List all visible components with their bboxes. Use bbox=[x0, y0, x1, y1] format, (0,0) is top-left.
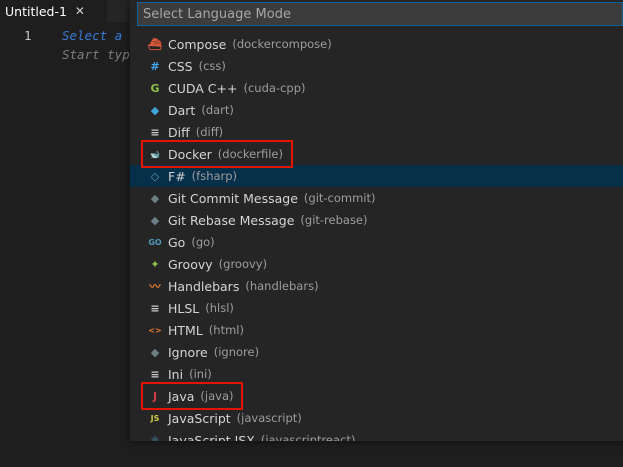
language-item-id: (hlsl) bbox=[205, 301, 234, 315]
language-item-id: (handlebars) bbox=[245, 279, 319, 293]
language-search-input[interactable] bbox=[137, 2, 623, 26]
text-icon: ≡ bbox=[150, 125, 160, 139]
dart-icon: ◆ bbox=[150, 103, 160, 117]
tab-untitled-1[interactable]: Untitled-1 ✕ bbox=[0, 0, 107, 22]
git-icon: ◆ bbox=[150, 213, 160, 227]
tab-title: Untitled-1 bbox=[5, 3, 67, 19]
react-icon: ⚛ bbox=[150, 433, 160, 442]
language-item[interactable]: J Java (java) bbox=[130, 385, 623, 407]
language-item-label: Java bbox=[168, 388, 195, 404]
language-item-label: Handlebars bbox=[168, 278, 240, 294]
editor-hint-start-typing: Start typ bbox=[62, 47, 130, 62]
language-item[interactable]: ≡ HLSL (hlsl) bbox=[130, 297, 623, 319]
language-item[interactable]: GO Go (go) bbox=[130, 231, 623, 253]
language-item[interactable]: JS JavaScript (javascript) bbox=[130, 407, 623, 429]
language-item-id: (git-rebase) bbox=[300, 213, 368, 227]
javascript-icon: JS bbox=[150, 413, 160, 423]
language-mode-quick-pick: ⛴ Compose (dockercompose) # CSS (css) G CUDA C+… bbox=[130, 0, 623, 441]
language-list: ⛴ Compose (dockercompose) # CSS (css) G CUDA C+… bbox=[130, 33, 623, 441]
java-icon: J bbox=[152, 389, 158, 403]
language-item-label: CUDA C++ bbox=[168, 80, 238, 96]
language-item[interactable]: ◆ Git Rebase Message (git-rebase) bbox=[130, 209, 623, 231]
language-item[interactable]: ⛴ Compose (dockercompose) bbox=[130, 33, 623, 55]
language-item[interactable]: ✦ Groovy (groovy) bbox=[130, 253, 623, 275]
language-item-label: Diff bbox=[168, 124, 190, 140]
language-item[interactable]: ◇ F# (fsharp) bbox=[130, 165, 623, 187]
language-item-id: (go) bbox=[191, 235, 215, 249]
fsharp-icon: ◇ bbox=[150, 169, 160, 183]
language-item[interactable]: 〰 Handlebars (handlebars) bbox=[130, 275, 623, 297]
editor-hint-select-language[interactable]: Select a bbox=[62, 28, 122, 43]
language-item-id: (ignore) bbox=[213, 345, 260, 359]
language-item[interactable]: ◆ Dart (dart) bbox=[130, 99, 623, 121]
git-icon: ◆ bbox=[150, 345, 160, 359]
language-item-label: Git Commit Message bbox=[168, 190, 298, 206]
language-item-label: F# bbox=[168, 168, 186, 184]
language-item-id: (diff) bbox=[195, 125, 224, 139]
language-item[interactable]: ◆ Ignore (ignore) bbox=[130, 341, 623, 363]
text-icon: ≡ bbox=[150, 367, 160, 381]
language-item-label: Docker bbox=[168, 146, 212, 162]
language-item-label: HTML bbox=[168, 322, 203, 338]
language-item[interactable]: ≡ Ini (ini) bbox=[130, 363, 623, 385]
language-item-id: (javascript) bbox=[236, 411, 302, 425]
language-item[interactable]: ≡ Diff (diff) bbox=[130, 121, 623, 143]
line-number: 1 bbox=[24, 28, 32, 43]
text-icon: ≡ bbox=[150, 301, 160, 315]
language-item-label: JavaScript JSX bbox=[168, 432, 255, 442]
language-item[interactable]: # CSS (css) bbox=[130, 55, 623, 77]
language-item[interactable]: ⚛ JavaScript JSX (javascriptreact) bbox=[130, 429, 623, 442]
language-item-label: Compose bbox=[168, 36, 227, 52]
language-item-label: Dart bbox=[168, 102, 196, 118]
language-item-label: JavaScript bbox=[168, 410, 231, 426]
language-item[interactable]: <> HTML (html) bbox=[130, 319, 623, 341]
language-item-label: Ignore bbox=[168, 344, 208, 360]
language-item[interactable]: 🐋 Docker (dockerfile) bbox=[130, 143, 623, 165]
language-item-label: HLSL bbox=[168, 300, 200, 316]
language-item-id: (dockerfile) bbox=[217, 147, 283, 161]
language-item-label: Groovy bbox=[168, 256, 213, 272]
language-item-id: (dart) bbox=[201, 103, 234, 117]
go-icon: GO bbox=[148, 237, 162, 247]
css-icon: # bbox=[150, 59, 160, 73]
git-icon: ◆ bbox=[150, 191, 160, 205]
language-item-label: Git Rebase Message bbox=[168, 212, 295, 228]
handlebars-icon: 〰 bbox=[149, 280, 161, 293]
html-icon: <> bbox=[148, 325, 162, 335]
language-item-id: (dockercompose) bbox=[232, 37, 332, 51]
language-item-id: (cuda-cpp) bbox=[243, 81, 306, 95]
docker-compose-icon: ⛴ bbox=[148, 37, 162, 51]
language-item-id: (ini) bbox=[189, 367, 212, 381]
language-item-id: (fsharp) bbox=[191, 169, 238, 183]
language-item-id: (css) bbox=[198, 59, 226, 73]
language-item-id: (groovy) bbox=[218, 257, 268, 271]
language-item[interactable]: G CUDA C++ (cuda-cpp) bbox=[130, 77, 623, 99]
language-item-id: (git-commit) bbox=[303, 191, 376, 205]
docker-icon: 🐋 bbox=[150, 149, 160, 159]
groovy-icon: ✦ bbox=[150, 257, 160, 271]
language-item-label: Go bbox=[168, 234, 186, 250]
language-item-label: Ini bbox=[168, 366, 184, 382]
language-item[interactable]: ◆ Git Commit Message (git-commit) bbox=[130, 187, 623, 209]
language-item-id: (html) bbox=[208, 323, 244, 337]
language-item-id: (javascriptreact) bbox=[260, 433, 356, 441]
close-icon[interactable]: ✕ bbox=[75, 4, 85, 18]
cuda-icon: G bbox=[150, 81, 160, 95]
language-item-id: (java) bbox=[200, 389, 234, 403]
language-item-label: CSS bbox=[168, 58, 193, 74]
